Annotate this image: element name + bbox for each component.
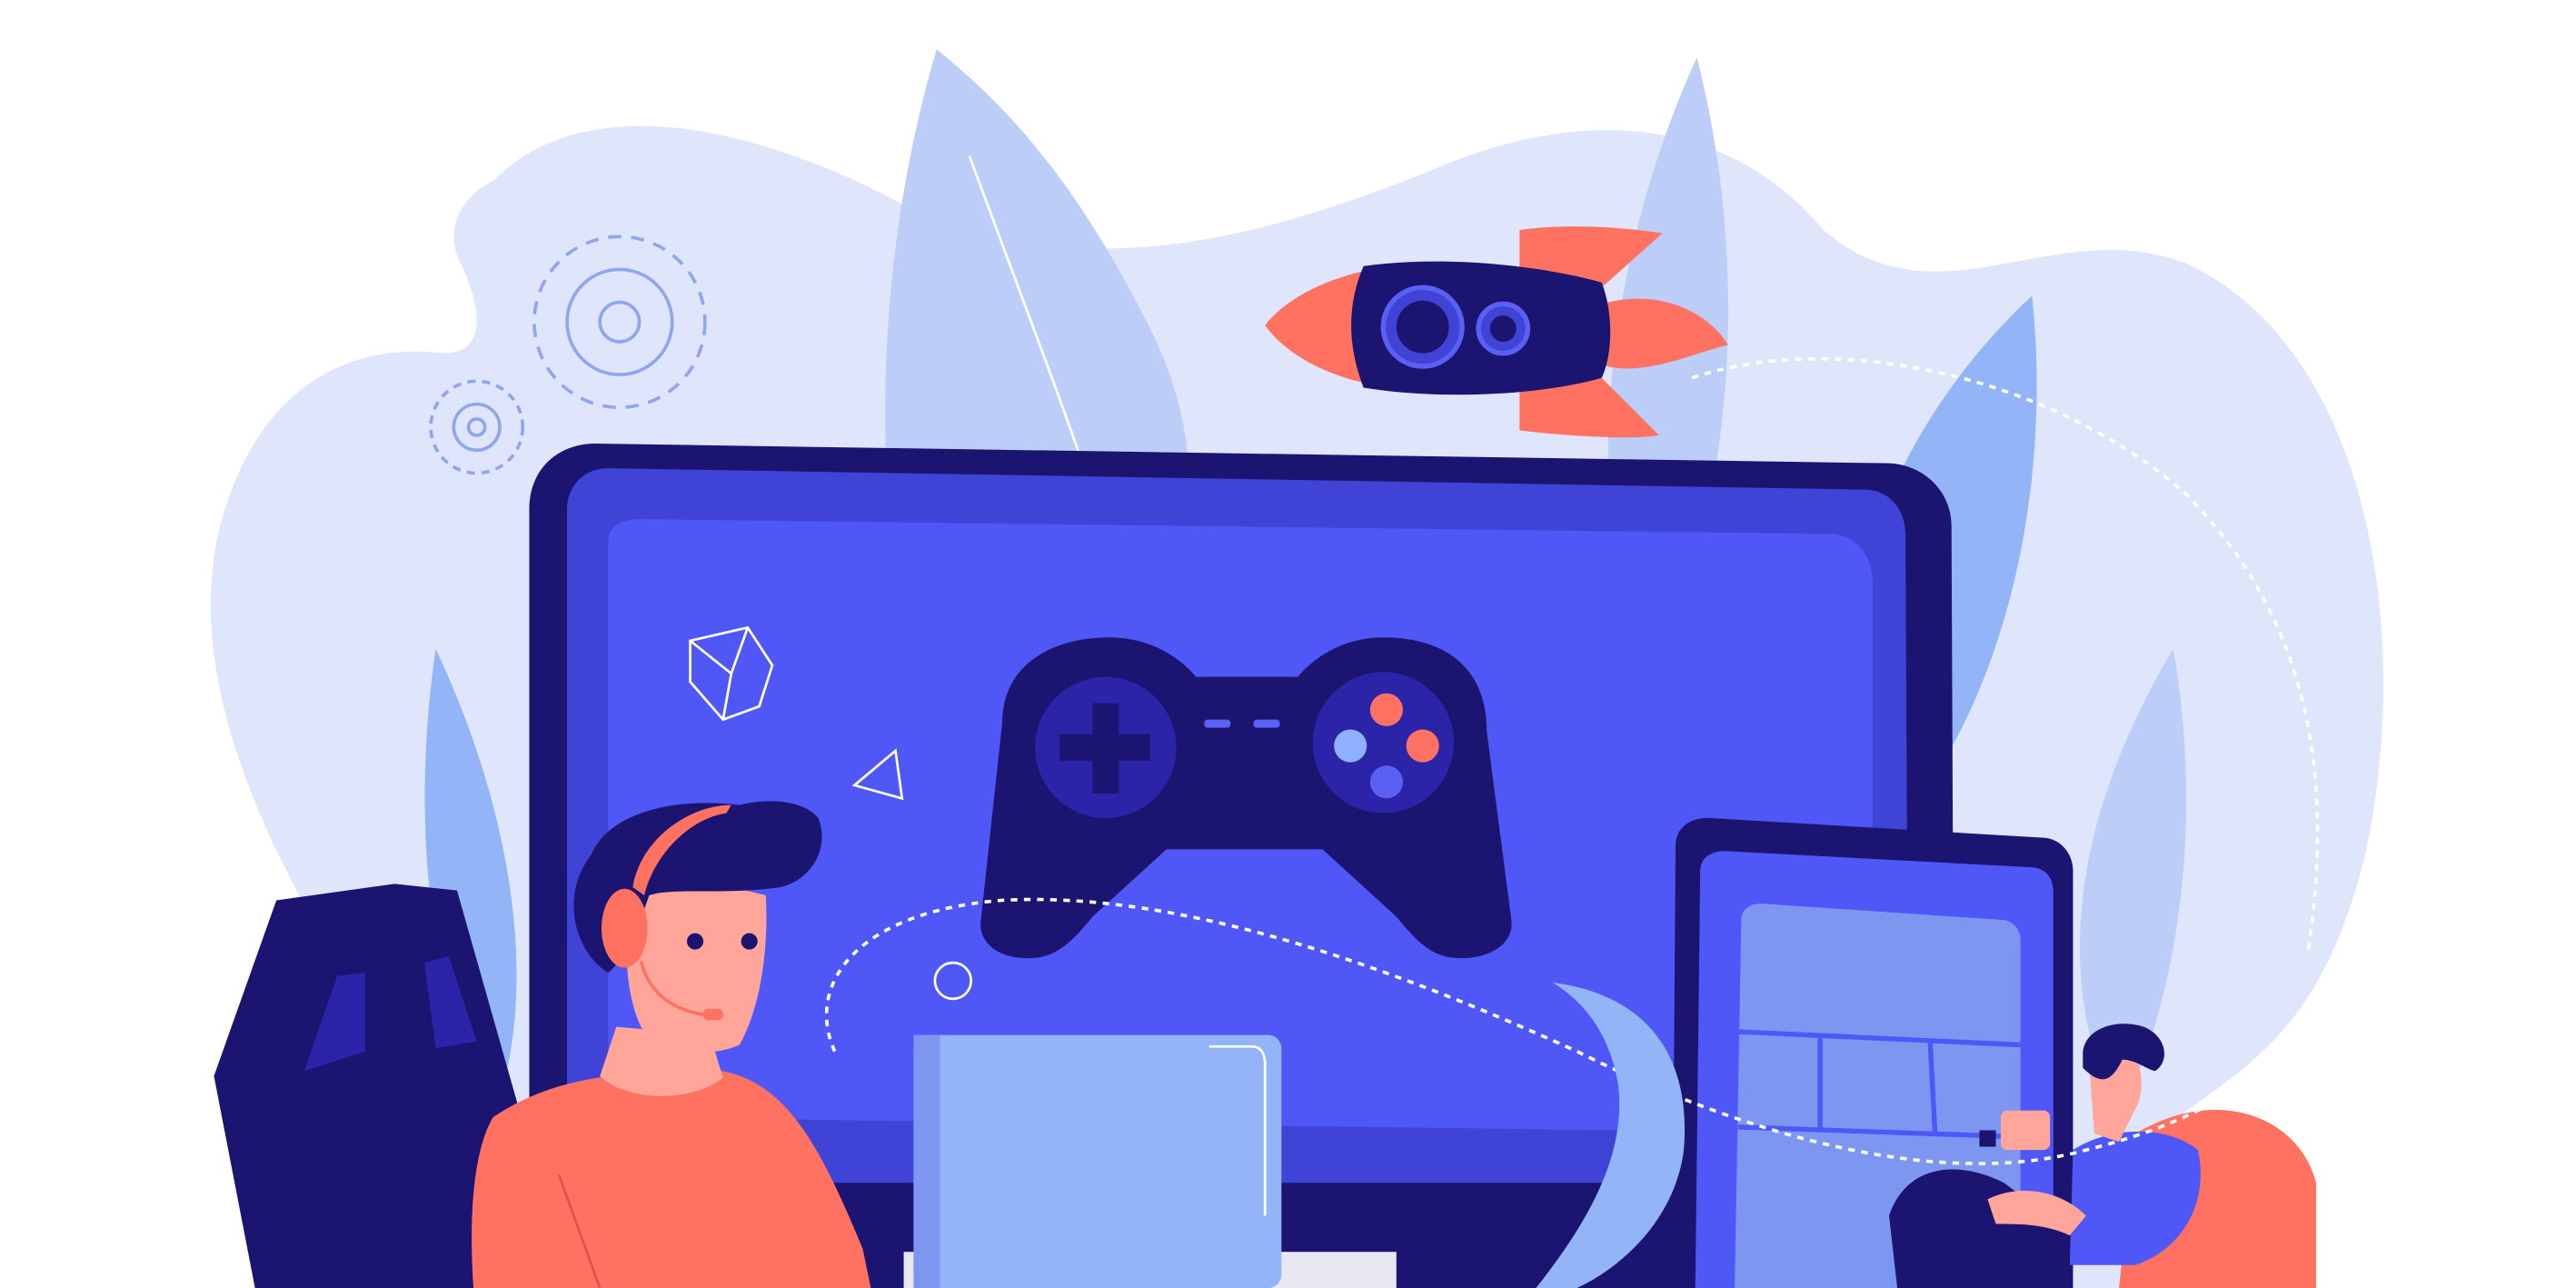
- gaming-illustration: [210, 49, 2383, 1288]
- laptop: [913, 1034, 1282, 1288]
